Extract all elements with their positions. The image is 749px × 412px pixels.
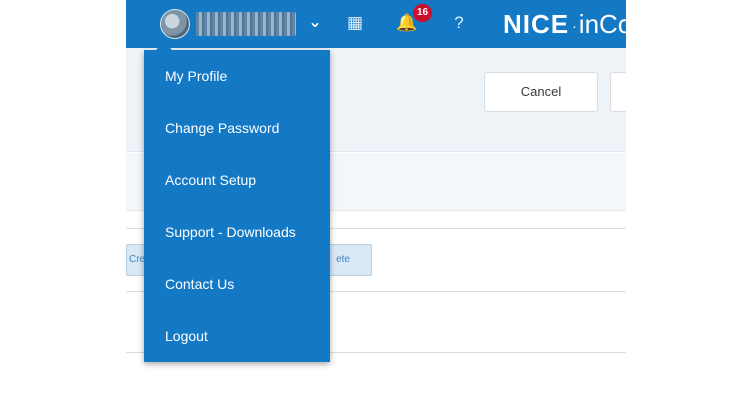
delete-button[interactable]: ete [326, 244, 372, 276]
app-screen: ⌄ ▦ 🔔 16 ? NICE ·inCo Cancel Cre ete My P… [126, 0, 626, 412]
brand-logo-strong: NICE [503, 9, 570, 39]
brand-logo: NICE ·inCo [503, 9, 626, 39]
menu-item-my-profile[interactable]: My Profile [144, 50, 330, 102]
user-avatar[interactable] [160, 9, 190, 39]
notification-badge: 16 [413, 4, 433, 22]
cancel-button[interactable]: Cancel [484, 72, 598, 112]
menu-item-support-downloads[interactable]: Support - Downloads [144, 206, 330, 258]
secondary-button-partial[interactable] [610, 72, 626, 112]
brand-logo-light: inCo [578, 9, 626, 39]
menu-item-logout[interactable]: Logout [144, 310, 330, 362]
top-navigation-bar: ⌄ ▦ 🔔 16 ? NICE ·inCo [126, 0, 626, 48]
user-dropdown-menu: My Profile Change Password Account Setup… [144, 42, 330, 362]
brand-logo-dot: · [572, 18, 577, 35]
chevron-down-icon[interactable]: ⌄ [306, 14, 324, 32]
help-icon[interactable]: ? [448, 12, 470, 34]
menu-item-change-password[interactable]: Change Password [144, 102, 330, 154]
menu-item-account-setup[interactable]: Account Setup [144, 154, 330, 206]
user-name-obscured[interactable] [196, 12, 296, 36]
board-icon[interactable]: ▦ [344, 12, 366, 34]
menu-item-contact-us[interactable]: Contact Us [144, 258, 330, 310]
